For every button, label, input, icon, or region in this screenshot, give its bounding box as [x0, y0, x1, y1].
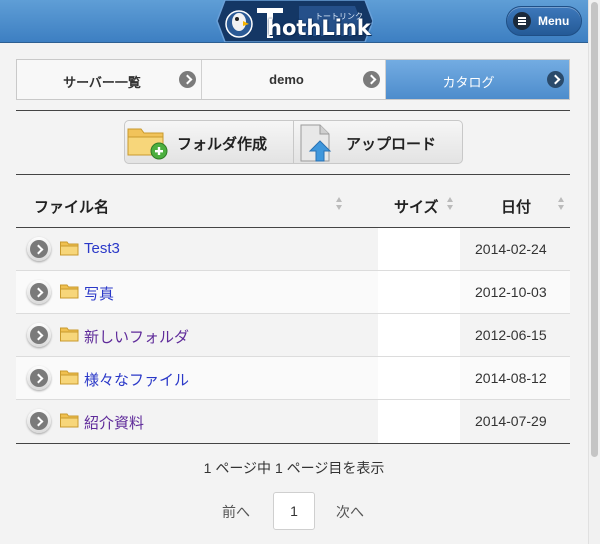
size-cell [378, 271, 460, 314]
sort-icon[interactable] [447, 197, 454, 211]
table-row[interactable]: 新しいフォルダ 2012-06-15 [16, 314, 570, 357]
folder-icon [60, 370, 79, 385]
folder-icon [60, 327, 79, 342]
chevron-right-icon [30, 412, 48, 430]
menu-icon [513, 12, 531, 30]
logo-wordmark: hothLink [267, 16, 371, 40]
file-date: 2014-08-12 [475, 370, 547, 386]
file-name-link[interactable]: Test3 [84, 240, 120, 257]
breadcrumb-label: サーバー一覧 [63, 75, 141, 90]
breadcrumb-catalog[interactable]: カタログ [386, 60, 569, 99]
next-page-link[interactable]: 次へ [336, 502, 364, 522]
folder-icon [60, 413, 79, 428]
folder-icon [60, 241, 79, 256]
breadcrumb-server-list[interactable]: サーバー一覧 [17, 60, 202, 99]
column-header-name[interactable]: ファイル名 [34, 196, 109, 217]
new-folder-button[interactable]: フォルダ作成 [125, 121, 293, 163]
file-name-link[interactable]: 写真 [84, 283, 114, 304]
file-name-link[interactable]: 様々なファイル [84, 369, 189, 390]
new-folder-label: フォルダ作成 [177, 136, 268, 153]
folder-icon [60, 284, 79, 299]
chevron-right-icon [30, 369, 48, 387]
row-action-button[interactable] [27, 366, 51, 390]
chevron-right-icon [30, 240, 48, 258]
file-date: 2014-07-29 [475, 413, 547, 429]
file-date: 2012-10-03 [475, 284, 547, 300]
file-name-link[interactable]: 新しいフォルダ [84, 326, 189, 347]
chevron-right-icon [30, 326, 48, 344]
column-header-size[interactable]: サイズ [394, 196, 439, 217]
breadcrumb-label: カタログ [442, 75, 495, 90]
divider [16, 110, 570, 111]
chevron-right-icon [547, 71, 564, 88]
row-action-button[interactable] [27, 323, 51, 347]
menu-label: Menu [538, 14, 570, 28]
sort-icon[interactable] [558, 197, 565, 211]
table-row[interactable]: Test3 2014-02-24 [16, 228, 570, 271]
breadcrumb-label: demo [269, 72, 304, 87]
size-cell [378, 228, 460, 271]
chevron-right-icon [179, 71, 196, 88]
chevron-right-icon [30, 283, 48, 301]
page-number-button[interactable]: 1 [273, 492, 315, 530]
menu-button[interactable]: Menu [506, 6, 582, 36]
table-row[interactable]: 紹介資料 2014-07-29 [16, 400, 570, 443]
table-row[interactable]: 様々なファイル 2014-08-12 [16, 357, 570, 400]
upload-label: アップロード [346, 136, 437, 153]
page-scrollbar[interactable] [588, 0, 600, 544]
sort-icon[interactable] [336, 197, 343, 211]
breadcrumb-demo[interactable]: demo [202, 60, 386, 99]
table-row[interactable]: 写真 2012-10-03 [16, 271, 570, 314]
breadcrumb: サーバー一覧 demo カタログ [16, 59, 570, 100]
row-action-button[interactable] [27, 409, 51, 433]
size-cell [378, 400, 460, 443]
action-toolbar: フォルダ作成 アップロード [124, 120, 463, 164]
page-info: 1 ページ中 1 ページ目を表示 [203, 460, 385, 476]
table-header: ファイル名 サイズ 日付 [16, 184, 570, 226]
file-date: 2012-06-15 [475, 327, 547, 343]
size-cell [378, 314, 460, 357]
row-action-button[interactable] [27, 237, 51, 261]
upload-button[interactable]: アップロード [294, 121, 462, 163]
file-date: 2014-02-24 [475, 241, 547, 257]
new-folder-icon [127, 128, 168, 160]
upload-icon [300, 124, 332, 162]
scrollbar-thumb[interactable] [591, 2, 598, 457]
column-header-date[interactable]: 日付 [501, 196, 531, 217]
file-name-link[interactable]: 紹介資料 [84, 412, 144, 433]
row-action-button[interactable] [27, 280, 51, 304]
size-cell [378, 357, 460, 400]
divider [16, 174, 570, 175]
app-header: トートリンク hothLink Menu [0, 0, 600, 43]
table-bottom-divider [16, 443, 570, 444]
prev-page-link[interactable]: 前へ [222, 502, 250, 522]
